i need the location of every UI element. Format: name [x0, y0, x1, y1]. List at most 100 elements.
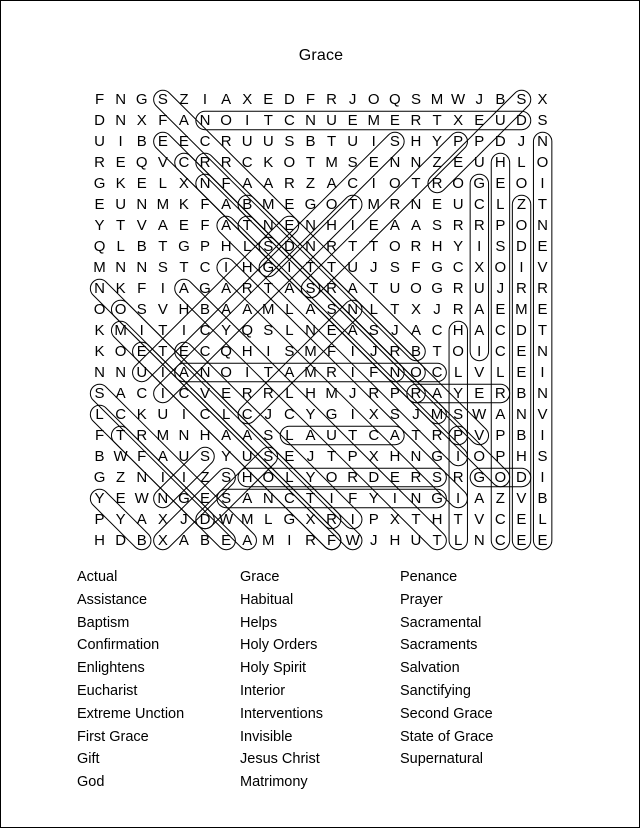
word-search-page: Grace FNGSZIAXEDFRJOQSMWJBSXDNXFANOITCNU…	[0, 0, 640, 828]
grid-cell: R	[431, 427, 443, 444]
grid-cell: U	[94, 133, 105, 150]
grid-cell: N	[199, 175, 211, 192]
grid-cell: L	[496, 364, 505, 381]
grid-cell: O	[262, 469, 275, 486]
word-list-item: Helps	[240, 614, 278, 631]
word-list-item: Grace	[240, 569, 280, 585]
grid-cell: T	[411, 511, 421, 528]
grid-cell: N	[115, 364, 127, 381]
grid-cell: C	[431, 322, 443, 339]
grid-cell: T	[158, 238, 168, 255]
grid-cell: R	[94, 154, 105, 171]
grid-cell: S	[516, 91, 527, 108]
grid-cell: E	[326, 322, 337, 339]
grid-cell: V	[537, 406, 548, 423]
grid-cell: Y	[368, 490, 379, 507]
grid-cell: L	[285, 427, 294, 444]
grid-cell: I	[139, 322, 144, 339]
grid-cell: A	[432, 385, 443, 402]
grid-cell: G	[431, 259, 443, 276]
grid-cell: E	[136, 343, 147, 360]
grid-cell: N	[537, 385, 548, 402]
word-list-item: Sacramental	[400, 614, 482, 631]
grid-cell: O	[536, 154, 549, 171]
grid-cell: E	[347, 112, 358, 129]
word-list: Actual Assistance Baptism Confirmation Enlig…	[77, 566, 597, 794]
grid-cell: F	[200, 196, 210, 213]
grid-cell: A	[347, 280, 358, 297]
grid-cell: I	[350, 343, 355, 360]
grid-cell: H	[94, 532, 105, 549]
grid-cell: N	[262, 490, 274, 507]
grid-cell: A	[389, 427, 400, 444]
word-list-column-1: Actual Assistance Baptism Confirmation Enlig…	[77, 566, 240, 794]
grid-cell: P	[474, 133, 485, 150]
grid-cell: F	[221, 175, 231, 192]
grid-cell: R	[262, 385, 274, 402]
grid-cell: L	[221, 406, 231, 423]
grid-cell: O	[367, 91, 380, 108]
word-list-item: God	[77, 774, 105, 791]
grid-cell: I	[477, 343, 482, 360]
grid-cell: A	[305, 301, 316, 318]
grid-cell: D	[494, 133, 506, 150]
grid-cell: Z	[200, 469, 210, 486]
grid-cell: R	[389, 343, 401, 360]
grid-cell: O	[93, 301, 106, 318]
grid-cell: S	[432, 217, 443, 234]
grid-cell: E	[389, 112, 400, 129]
grid-cell: C	[115, 406, 127, 423]
grid-cell: I	[245, 112, 250, 129]
grid-cell: O	[494, 259, 507, 276]
grid-cell: L	[95, 406, 104, 423]
grid-cell: X	[368, 406, 379, 423]
grid-cell: P	[368, 511, 379, 528]
grid-cell: E	[284, 196, 295, 213]
grid-cell: N	[389, 364, 401, 381]
grid-cell: S	[221, 490, 232, 507]
grid-cell: J	[370, 259, 378, 276]
grid-cell: M	[325, 385, 338, 402]
grid-cell: N	[136, 469, 148, 486]
grid-cell: A	[242, 490, 253, 507]
word-list-item: Interior	[240, 682, 286, 699]
grid-cell: M	[430, 406, 444, 423]
grid-cell: A	[178, 532, 189, 549]
grid-cell: A	[410, 322, 421, 339]
word-list-item: State of Grace	[400, 728, 494, 745]
grid-cell: J	[433, 301, 441, 318]
grid-cell: S	[263, 448, 274, 465]
grid-cell: N	[537, 343, 548, 360]
grid-cell: Y	[453, 238, 464, 255]
grid-cell: K	[178, 196, 189, 213]
grid-cell: V	[474, 511, 485, 528]
grid-cell: T	[305, 259, 316, 276]
grid-cell: N	[516, 406, 527, 423]
grid-cell: E	[178, 217, 189, 234]
grid-cell: H	[389, 532, 401, 549]
grid-cell: E	[474, 385, 485, 402]
grid-cell: O	[325, 469, 338, 486]
grid-cell: U	[347, 133, 359, 150]
grid-cell: E	[221, 532, 232, 549]
grid-cell: O	[114, 301, 127, 318]
grid-cell: J	[475, 91, 483, 108]
grid-cell: S	[368, 322, 379, 339]
grid-cell: G	[93, 469, 106, 486]
grid-cell: B	[537, 490, 548, 507]
grid-cell: G	[178, 238, 190, 255]
grid-cell: L	[496, 196, 505, 213]
grid-cell: H	[431, 238, 443, 255]
grid-cell: B	[200, 301, 211, 318]
grid-cell: I	[350, 364, 355, 381]
grid-cell: D	[94, 112, 105, 129]
grid-cell: A	[178, 112, 189, 129]
grid-cell: K	[94, 322, 105, 339]
grid-cell: F	[94, 91, 105, 108]
grid-cell: G	[325, 406, 338, 423]
grid-cell: S	[347, 154, 358, 171]
grid-cell: O	[494, 469, 507, 486]
word-list-item: Second Grace	[400, 705, 493, 722]
grid-cell: R	[326, 364, 337, 381]
grid-cell: I	[371, 133, 376, 150]
